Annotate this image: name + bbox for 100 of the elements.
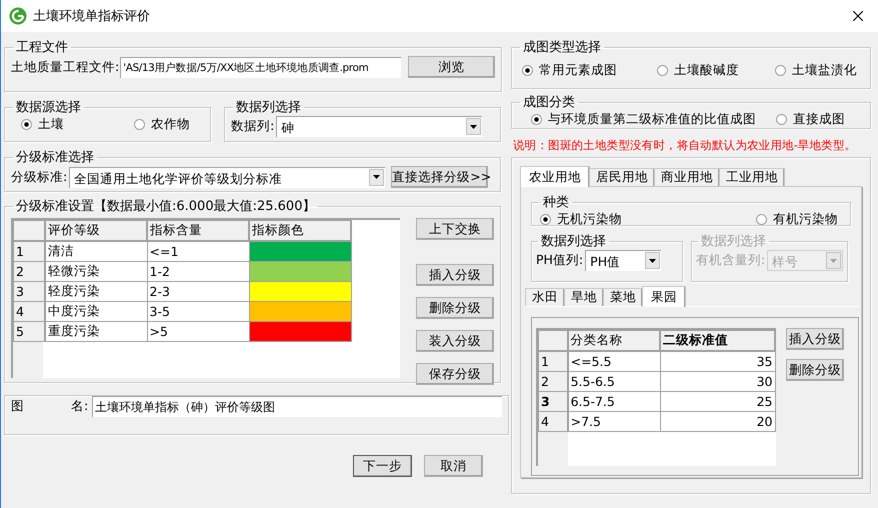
button[interactable]: 上下交换 xyxy=(416,218,494,240)
field-label: 分级标准: xyxy=(11,168,68,186)
table-cell: >7.5 xyxy=(568,412,660,432)
radio-button[interactable] xyxy=(657,65,668,76)
caret-icon xyxy=(470,124,478,128)
radio-label[interactable]: 与环境质量第二级标准值的比值成图 xyxy=(548,111,756,128)
caret-icon xyxy=(373,175,380,179)
table-cell: <=1 xyxy=(147,241,249,262)
row-header: 2 xyxy=(14,262,45,282)
close-button[interactable] xyxy=(850,8,866,24)
field-label: 有机含量列: xyxy=(696,252,766,269)
close-icon xyxy=(853,11,863,21)
group-title: 种类 xyxy=(542,194,570,211)
table-cell: 6.5-7.5 xyxy=(568,392,660,412)
row-header: 4 xyxy=(538,412,568,432)
radio-label[interactable]: 有机污染物 xyxy=(773,211,838,228)
button[interactable]: 删除分级 xyxy=(416,297,494,319)
column-header: 二级标准值 xyxy=(660,330,775,351)
radio-label[interactable]: 无机污染物 xyxy=(557,211,622,228)
table-cell: 35 xyxy=(660,351,775,372)
group-title: 数据源选择 xyxy=(15,99,82,116)
table-cell: 2-3 xyxy=(147,282,249,302)
tab[interactable]: 菜地 xyxy=(603,288,643,306)
app-logo-icon xyxy=(9,7,27,25)
table-cell: 3-5 xyxy=(147,302,249,322)
window-title: 土壤环境单指标评价 xyxy=(33,8,150,25)
radio-button[interactable] xyxy=(531,114,542,125)
button[interactable]: 直接选择分级>> xyxy=(391,166,488,188)
table-cell: 轻微污染 xyxy=(45,262,147,282)
table-cell: 5.5-6.5 xyxy=(568,372,660,392)
table-cell: 轻度污染 xyxy=(45,282,147,302)
table-cell: <=5.5 xyxy=(568,351,660,372)
button[interactable]: 浏览 xyxy=(408,56,496,78)
input-field[interactable]: 'AS/13用户数据/5万/XX地区土地环境地质调查.prom xyxy=(120,56,402,78)
column-header: 分类名称 xyxy=(568,330,660,351)
group-title: 数据列选择 xyxy=(700,233,767,250)
group-title: 分级标准选择 xyxy=(15,149,95,166)
field-label: 数据列: xyxy=(231,118,274,135)
column-header: 评价等级 xyxy=(45,220,147,241)
button[interactable]: 下一步 xyxy=(353,455,412,477)
table-cell: 中度污染 xyxy=(45,302,147,322)
row-header: 2 xyxy=(538,372,568,392)
dropdown[interactable]: 砷 xyxy=(276,116,482,137)
group-title: 成图分类 xyxy=(522,94,576,111)
tab[interactable]: 商业用地 xyxy=(654,168,720,186)
radio-button[interactable] xyxy=(756,214,767,225)
tab[interactable]: 旱地 xyxy=(564,288,604,306)
row-header: 1 xyxy=(538,351,568,372)
row-header: 3 xyxy=(538,392,568,412)
row-header: 3 xyxy=(14,282,45,302)
radio-button[interactable] xyxy=(522,65,533,76)
tab[interactable]: 果园 xyxy=(642,286,686,307)
table-cell: >5 xyxy=(147,322,249,342)
table-cell: 清洁 xyxy=(45,241,147,262)
radio-button[interactable] xyxy=(21,119,32,130)
button[interactable]: 插入分级 xyxy=(786,328,844,350)
group-title: 工程文件 xyxy=(15,39,69,56)
caret-icon xyxy=(830,258,838,262)
button[interactable]: 装入分级 xyxy=(416,330,494,352)
row-header: 4 xyxy=(14,302,45,322)
table-cell: 20 xyxy=(660,412,775,432)
table-cell: 1-2 xyxy=(147,262,249,282)
button[interactable]: 插入分级 xyxy=(416,264,494,286)
radio-label[interactable]: 常用元素成图 xyxy=(539,62,617,79)
caret-icon xyxy=(649,258,656,262)
button[interactable]: 保存分级 xyxy=(416,363,494,385)
button[interactable]: 删除分级 xyxy=(786,359,844,381)
radio-label[interactable]: 土壤 xyxy=(38,116,64,133)
tab[interactable]: 居民用地 xyxy=(589,168,655,186)
tab[interactable]: 农业用地 xyxy=(520,166,590,187)
tab[interactable]: 工业用地 xyxy=(719,168,785,186)
radio-label[interactable]: 直接成图 xyxy=(793,111,845,128)
group-title: 成图类型选择 xyxy=(522,39,602,56)
dropdown[interactable]: PH值 xyxy=(585,250,662,271)
table-cell: 25 xyxy=(660,392,775,412)
table-cell: 30 xyxy=(660,372,775,392)
radio-button[interactable] xyxy=(775,65,786,76)
field-label: 土地质量工程文件: xyxy=(11,58,120,76)
button[interactable]: 取消 xyxy=(424,455,483,477)
radio-label[interactable]: 农作物 xyxy=(151,116,190,133)
radio-button[interactable] xyxy=(134,119,145,130)
field-label: 名: xyxy=(71,398,88,415)
radio-label[interactable]: 土壤酸碱度 xyxy=(674,62,739,79)
tab[interactable]: 水田 xyxy=(525,288,565,306)
radio-button[interactable] xyxy=(540,214,551,225)
radio-label[interactable]: 土壤盐渍化 xyxy=(792,62,857,79)
column-header: 指标颜色 xyxy=(249,220,351,241)
radio-button[interactable] xyxy=(776,114,787,125)
field-label: PH值列: xyxy=(536,252,584,269)
table-cell: 重度污染 xyxy=(45,322,147,342)
group-title: 数据列选择 xyxy=(235,99,302,116)
field-label: 图 xyxy=(11,398,25,415)
column-header: 指标含量 xyxy=(147,220,249,241)
row-header: 1 xyxy=(14,241,45,262)
group-title: 分级标准设置【数据最小值:6.000最大值:25.600】 xyxy=(15,198,316,215)
dropdown[interactable]: 全国通用土地化学评价等级划分标准 xyxy=(69,166,386,188)
note-text: 说明：图斑的土地类型没有时，将自动默认为农业用地-旱地类型。 xyxy=(513,138,856,153)
input-field[interactable]: 土壤环境单指标（砷）评价等级图 xyxy=(92,396,502,417)
group-title: 数据列选择 xyxy=(540,233,607,250)
row-header: 5 xyxy=(14,322,45,342)
